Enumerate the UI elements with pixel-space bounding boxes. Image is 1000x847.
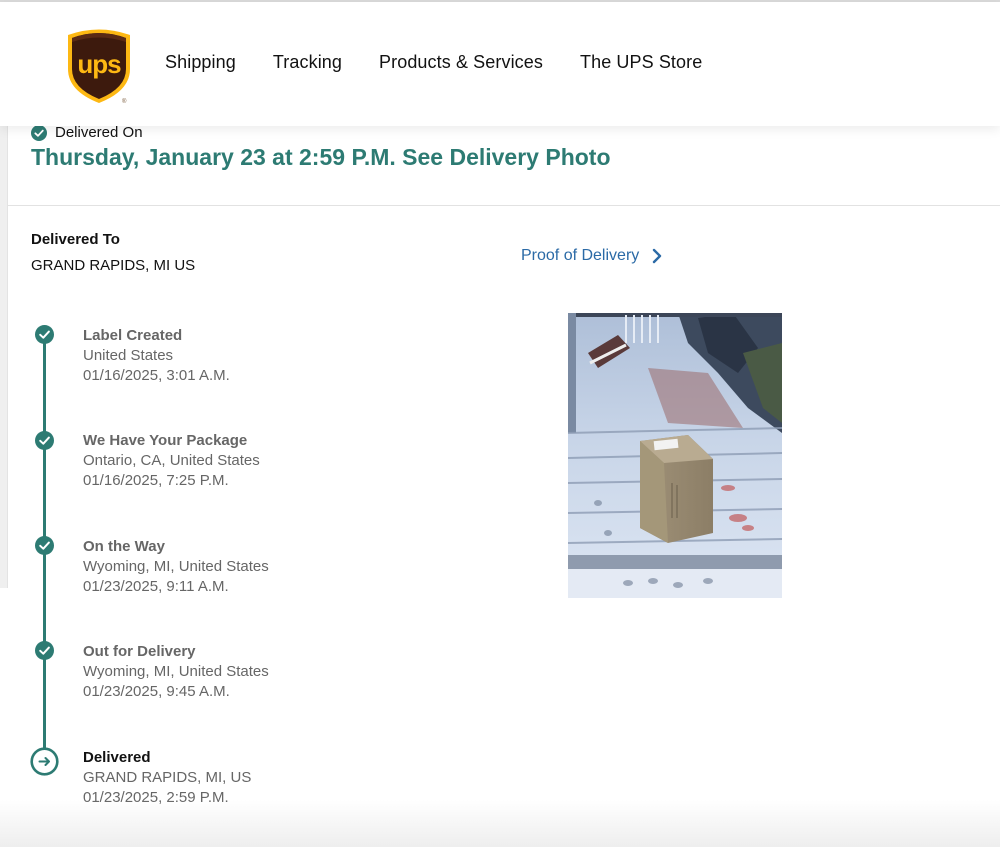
timeline-item: On the Way Wyoming, MI, United States 01… xyxy=(83,537,269,597)
timeline-item-location: Wyoming, MI, United States xyxy=(83,558,269,575)
main-nav: Shipping Tracking Products & Services Th… xyxy=(165,52,739,73)
bottom-fade xyxy=(0,800,1000,847)
delivered-to-label: Delivered To xyxy=(31,231,120,248)
timeline-item-datetime: 01/16/2025, 7:25 P.M. xyxy=(83,472,229,489)
delivered-to-value: GRAND RAPIDS, MI US xyxy=(31,257,196,274)
arrow-circle-icon xyxy=(30,747,59,776)
timeline-item-datetime: 01/16/2025, 3:01 A.M. xyxy=(83,367,230,384)
nav-shipping[interactable]: Shipping xyxy=(165,52,236,73)
timeline-item-title: On the Way xyxy=(83,538,165,555)
timeline-item-title: Out for Delivery xyxy=(83,643,196,660)
left-edge-line xyxy=(7,126,8,588)
check-circle-icon xyxy=(31,124,47,141)
proof-of-delivery-link[interactable]: Proof of Delivery xyxy=(521,247,663,265)
check-circle-icon xyxy=(35,431,54,450)
nav-products-services[interactable]: Products & Services xyxy=(379,52,543,73)
delivery-headline-link[interactable]: Thursday, January 23 at 2:59 P.M. See De… xyxy=(31,144,611,171)
check-circle-icon xyxy=(35,641,54,660)
delivery-photo[interactable] xyxy=(568,313,782,598)
svg-text:®: ® xyxy=(122,98,127,105)
section-divider xyxy=(8,205,1000,206)
timeline-item-location: United States xyxy=(83,347,174,364)
chevron-right-icon xyxy=(653,248,662,264)
status-label: Delivered On xyxy=(55,124,143,141)
timeline-item-title: We Have Your Package xyxy=(83,432,248,449)
nav-ups-store[interactable]: The UPS Store xyxy=(580,52,702,73)
timeline-item-location: GRAND RAPIDS, MI, US xyxy=(83,769,252,786)
nav-tracking[interactable]: Tracking xyxy=(273,52,342,73)
timeline-item-datetime: 01/23/2025, 9:11 A.M. xyxy=(83,578,229,595)
timeline-item-location: Wyoming, MI, United States xyxy=(83,663,269,680)
timeline-item-current: Delivered GRAND RAPIDS, MI, US 01/23/202… xyxy=(83,748,251,808)
ups-logo[interactable]: ups ® xyxy=(66,27,132,105)
check-circle-icon xyxy=(35,325,54,344)
timeline-item: We Have Your Package Ontario, CA, United… xyxy=(83,431,260,491)
proof-of-delivery-label: Proof of Delivery xyxy=(521,247,640,264)
timeline-item-title: Label Created xyxy=(83,327,183,344)
timeline-item-location: Ontario, CA, United States xyxy=(83,452,260,469)
ups-logo-text: ups xyxy=(77,49,121,79)
timeline-item-datetime: 01/23/2025, 9:45 A.M. xyxy=(83,683,230,700)
site-header: ups ® Shipping Tracking Products & Servi… xyxy=(0,2,1000,126)
timeline-item-title: Delivered xyxy=(83,749,151,766)
timeline-item: Label Created United States 01/16/2025, … xyxy=(83,326,230,386)
check-circle-icon xyxy=(35,536,54,555)
timeline-item: Out for Delivery Wyoming, MI, United Sta… xyxy=(83,642,269,702)
delivery-status: Delivered On xyxy=(31,124,143,141)
